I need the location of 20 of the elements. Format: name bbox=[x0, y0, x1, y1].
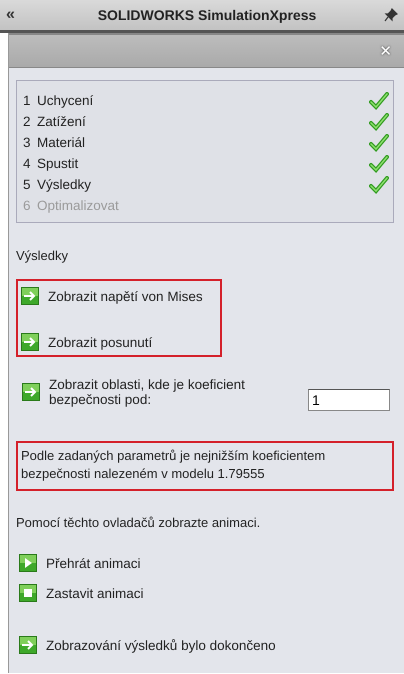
step-item[interactable]: 5 Výsledky bbox=[23, 174, 389, 195]
step-item[interactable]: 1 Uchycení bbox=[23, 90, 389, 111]
stop-icon bbox=[19, 584, 37, 602]
animation-hint: Pomocí těchto ovladačů zobrazte animaci. bbox=[16, 515, 262, 530]
collapse-button[interactable]: « bbox=[6, 6, 30, 24]
step-item[interactable]: 4 Spustit bbox=[23, 153, 389, 174]
result-link[interactable]: Zobrazit posunutí bbox=[21, 333, 152, 351]
step-item[interactable]: 3 Materiál bbox=[23, 132, 389, 153]
animation-button[interactable]: Přehrát animaci bbox=[19, 554, 394, 572]
step-item[interactable]: 2 Zatížení bbox=[23, 111, 389, 132]
factor-link[interactable]: Zobrazit oblasti, kde je koeficient bezpečnosti pod: bbox=[22, 377, 308, 407]
play-icon bbox=[19, 554, 37, 572]
factor-input-field[interactable]: 1 bbox=[308, 389, 390, 411]
animation-button[interactable]: Zastavit animaci bbox=[19, 584, 394, 602]
result-link[interactable]: Zobrazit napětí von Mises bbox=[21, 287, 203, 305]
summary-text: Podle zadaných parametrů je nejnižším koeficientem bezpečnosti nalezeném v modelu 1.79555 bbox=[16, 441, 394, 491]
section-title: Výsledky bbox=[16, 248, 70, 263]
window-title: SOLIDWORKS SimulationXpress bbox=[96, 7, 318, 23]
pin-icon[interactable] bbox=[384, 8, 398, 22]
finish-link[interactable]: Zobrazování výsledků bylo dokončeno bbox=[19, 636, 276, 654]
